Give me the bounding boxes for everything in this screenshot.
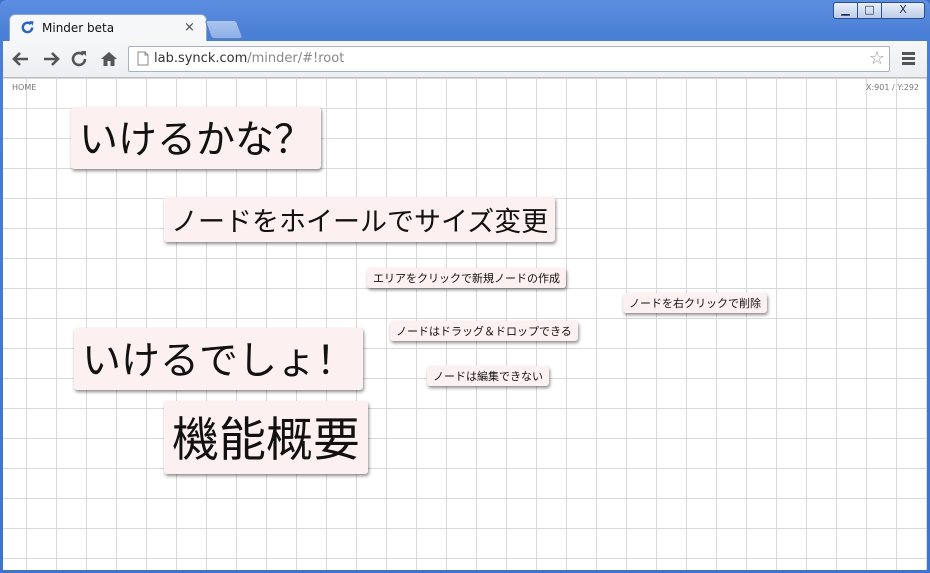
back-icon[interactable] <box>9 47 33 71</box>
reload-icon[interactable] <box>67 47 91 71</box>
menu-icon[interactable] <box>899 50 917 68</box>
node-feature-overview[interactable]: 機能概要 <box>164 401 368 474</box>
url-host: lab.synck.com <box>154 51 248 66</box>
browser-window: ▁ □ X Minder beta × lab.synck.com/minder… <box>0 0 930 573</box>
maximize-button[interactable]: □ <box>857 2 882 19</box>
node-not-editable[interactable]: ノードは編集できない <box>427 366 549 386</box>
url-path: /minder/#!root <box>247 51 345 66</box>
url-text[interactable]: lab.synck.com/minder/#!root <box>154 51 344 66</box>
tab-close-icon[interactable]: × <box>184 20 195 35</box>
node-drag-drop[interactable]: ノードはドラッグ＆ドロップできる <box>390 321 578 341</box>
star-icon[interactable]: ☆ <box>869 48 885 69</box>
new-tab-button[interactable] <box>204 20 244 39</box>
node-ikeru-desho[interactable]: いけるでしょ！ <box>74 328 364 390</box>
home-link[interactable]: HOME <box>12 83 36 92</box>
page-icon <box>137 51 149 66</box>
node-right-click-delete[interactable]: ノードを右クリックで削除 <box>623 293 767 313</box>
close-window-button[interactable]: X <box>881 2 925 19</box>
chrome-reload-favicon <box>21 20 34 34</box>
node-click-create[interactable]: エリアをクリックで新規ノードの作成 <box>367 268 566 288</box>
address-bar[interactable]: lab.synck.com/minder/#!root ☆ <box>128 46 890 72</box>
minder-canvas[interactable]: HOME X:901 / Y:292 いけるかな？ ノードをホイールでサイズ変更… <box>3 78 927 570</box>
coordinate-readout: X:901 / Y:292 <box>865 83 919 92</box>
browser-toolbar: lab.synck.com/minder/#!root ☆ <box>3 41 927 78</box>
forward-icon[interactable] <box>39 47 63 71</box>
browser-tab[interactable]: Minder beta × <box>10 15 206 41</box>
node-wheel-resize[interactable]: ノードをホイールでサイズ変更 <box>164 197 556 242</box>
tab-title: Minder beta <box>42 21 115 35</box>
node-ikeru-kana[interactable]: いけるかな？ <box>71 107 322 169</box>
minimize-button[interactable]: ▁ <box>833 2 858 19</box>
home-icon[interactable] <box>97 47 121 71</box>
